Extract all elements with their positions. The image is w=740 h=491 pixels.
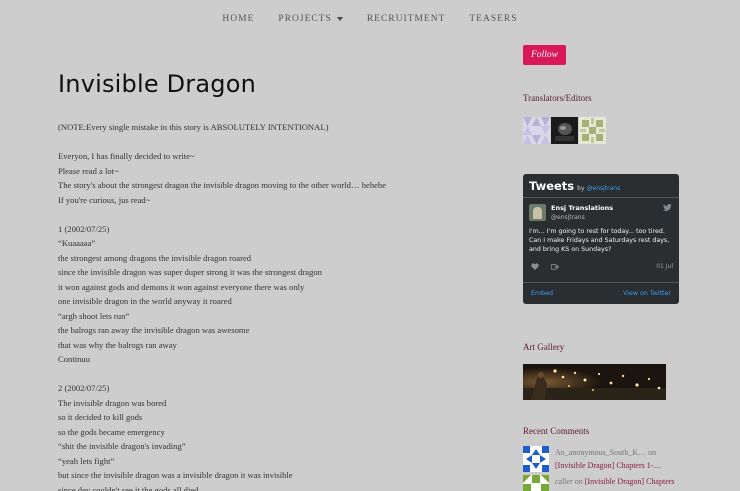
twitter-bird-icon[interactable] (663, 204, 672, 211)
chapter-line: since dey couldn't see it the gods all d… (58, 484, 199, 491)
tweets-heading: Tweets (529, 179, 575, 193)
post-content: Invisible Dragon (NOTE:Every single mist… (58, 70, 468, 491)
nav-teasers[interactable]: TEASERS (457, 14, 529, 24)
chapter-line: 2 (2002/07/25) (58, 383, 110, 393)
sidebar: Follow Translators/Editors Tweets by @en… (523, 42, 683, 491)
embed-link[interactable]: Embed (531, 290, 553, 297)
comment-avatar[interactable] (523, 446, 549, 472)
view-on-twitter-link[interactable]: View on Twitter (623, 290, 671, 297)
intro-block: Everyon, I has finally decided to write~… (58, 149, 468, 207)
chapter-line: the balrogs ran away the invisible drago… (58, 325, 250, 335)
comment-item: An_anonymous_South_K… on [Invisible Drag… (523, 446, 683, 472)
translator-avatar[interactable] (551, 117, 578, 144)
comment-item: caller on [Invisible Dragon] Chapters (523, 475, 683, 491)
translator-avatar[interactable] (523, 117, 550, 144)
art-gallery-title: Art Gallery (523, 342, 565, 352)
chapter-line: but since the invisible dragon was a inv… (58, 470, 293, 480)
comment-author[interactable]: caller (555, 477, 573, 486)
nav-home-label: HOME (222, 14, 255, 24)
chapter-line: “shit the invisible dragon's invading” (58, 441, 186, 451)
tweet-author-handle: @ensjtrans (551, 214, 585, 221)
comment-author[interactable]: An_anonymous_South_K… (555, 448, 646, 457)
chapter-line: “Kuaaaaa” (58, 238, 96, 248)
chapter-line: The invisible dragon was bored (58, 397, 167, 408)
follow-button[interactable]: Follow (523, 45, 566, 65)
chapter-line: “yeah lets fight” (58, 455, 115, 466)
translators-title: Translators/Editors (523, 93, 592, 103)
intro-line: If you're curious, jus read~ (58, 194, 151, 205)
nav-teasers-label: TEASERS (469, 14, 518, 24)
tweet-author[interactable]: Ensj Translations @ensjtrans (523, 198, 679, 221)
chapter-line: one invisible dragon in the world anyway… (58, 296, 232, 306)
post-note: (NOTE:Every single mistake in this story… (58, 122, 329, 132)
art-gallery-image[interactable] (523, 364, 666, 400)
caret-down-icon (336, 17, 343, 21)
twitter-widget: Tweets by @ensjtrans Ensj Translations @… (523, 174, 679, 304)
tweets-by: by (577, 185, 585, 192)
chapter-1-block: 1 (2002/07/25) “Kuaaaaa” the strongest a… (58, 222, 468, 367)
intro-line: Please read a lot~ (58, 165, 119, 176)
top-nav: HOME PROJECTS RECRUITMENT TEASERS (0, 0, 740, 38)
nav-home[interactable]: HOME (210, 14, 266, 24)
comment-on: on (648, 448, 657, 457)
nav-projects-label: PROJECTS (278, 14, 332, 24)
chapter-2-block: 2 (2002/07/25) The invisible dragon was … (58, 381, 468, 491)
comment-text: caller on [Invisible Dragon] Chapters (555, 475, 683, 491)
chapter-line: Continuu (58, 354, 90, 364)
share-icon[interactable] (551, 263, 559, 270)
comment-post-link[interactable]: [Invisible Dragon] Chapters 1-… (555, 461, 661, 470)
translator-avatar[interactable] (579, 117, 606, 144)
intro-line: Everyon, I has finally decided to write~ (58, 151, 195, 161)
recent-comments-title: Recent Comments (523, 426, 590, 436)
nav-projects[interactable]: PROJECTS (266, 14, 354, 24)
chapter-line: it won against gods and demons it won ag… (58, 281, 305, 292)
chapter-line: “argh shoot lets run” (58, 310, 130, 321)
twitter-widget-header: Tweets by @ensjtrans (523, 174, 679, 198)
tweet-text: I'm... I'm going to rest for today... to… (529, 228, 670, 254)
post-title: Invisible Dragon (58, 70, 257, 98)
tweet-author-name[interactable]: Ensj Translations (551, 204, 613, 212)
chapter-line: so the gods became emergency (58, 426, 165, 437)
tweet-author-avatar[interactable] (529, 204, 546, 221)
chapter-line: since the invisible dragon was super dup… (58, 267, 322, 277)
comment-on: on (574, 477, 583, 486)
tweets-handle-link[interactable]: @ensjtrans (587, 185, 621, 192)
comment-avatar[interactable] (523, 475, 549, 491)
chapter-line: the strongest among dragons the invisibl… (58, 252, 252, 263)
comment-post-link[interactable]: [Invisible Dragon] Chapters (585, 477, 675, 486)
tweet-date[interactable]: 01 Jul (656, 263, 673, 270)
nav-recruitment[interactable]: RECRUITMENT (355, 14, 458, 24)
comment-text: An_anonymous_South_K… on [Invisible Drag… (555, 446, 683, 472)
tweet-actions: 01 Jul (523, 255, 679, 270)
twitter-widget-footer: Embed View on Twitter (523, 282, 679, 304)
nav-recruitment-label: RECRUITMENT (366, 14, 446, 24)
translator-avatars (523, 117, 683, 144)
heart-icon[interactable] (531, 262, 539, 270)
chapter-line: so it decided to kill gods (58, 412, 143, 422)
intro-line: The story's about the strongest dragon t… (58, 180, 387, 190)
chapter-line: 1 (2002/07/25) (58, 223, 110, 234)
chapter-line: that was why the balrogs ran away (58, 339, 177, 350)
